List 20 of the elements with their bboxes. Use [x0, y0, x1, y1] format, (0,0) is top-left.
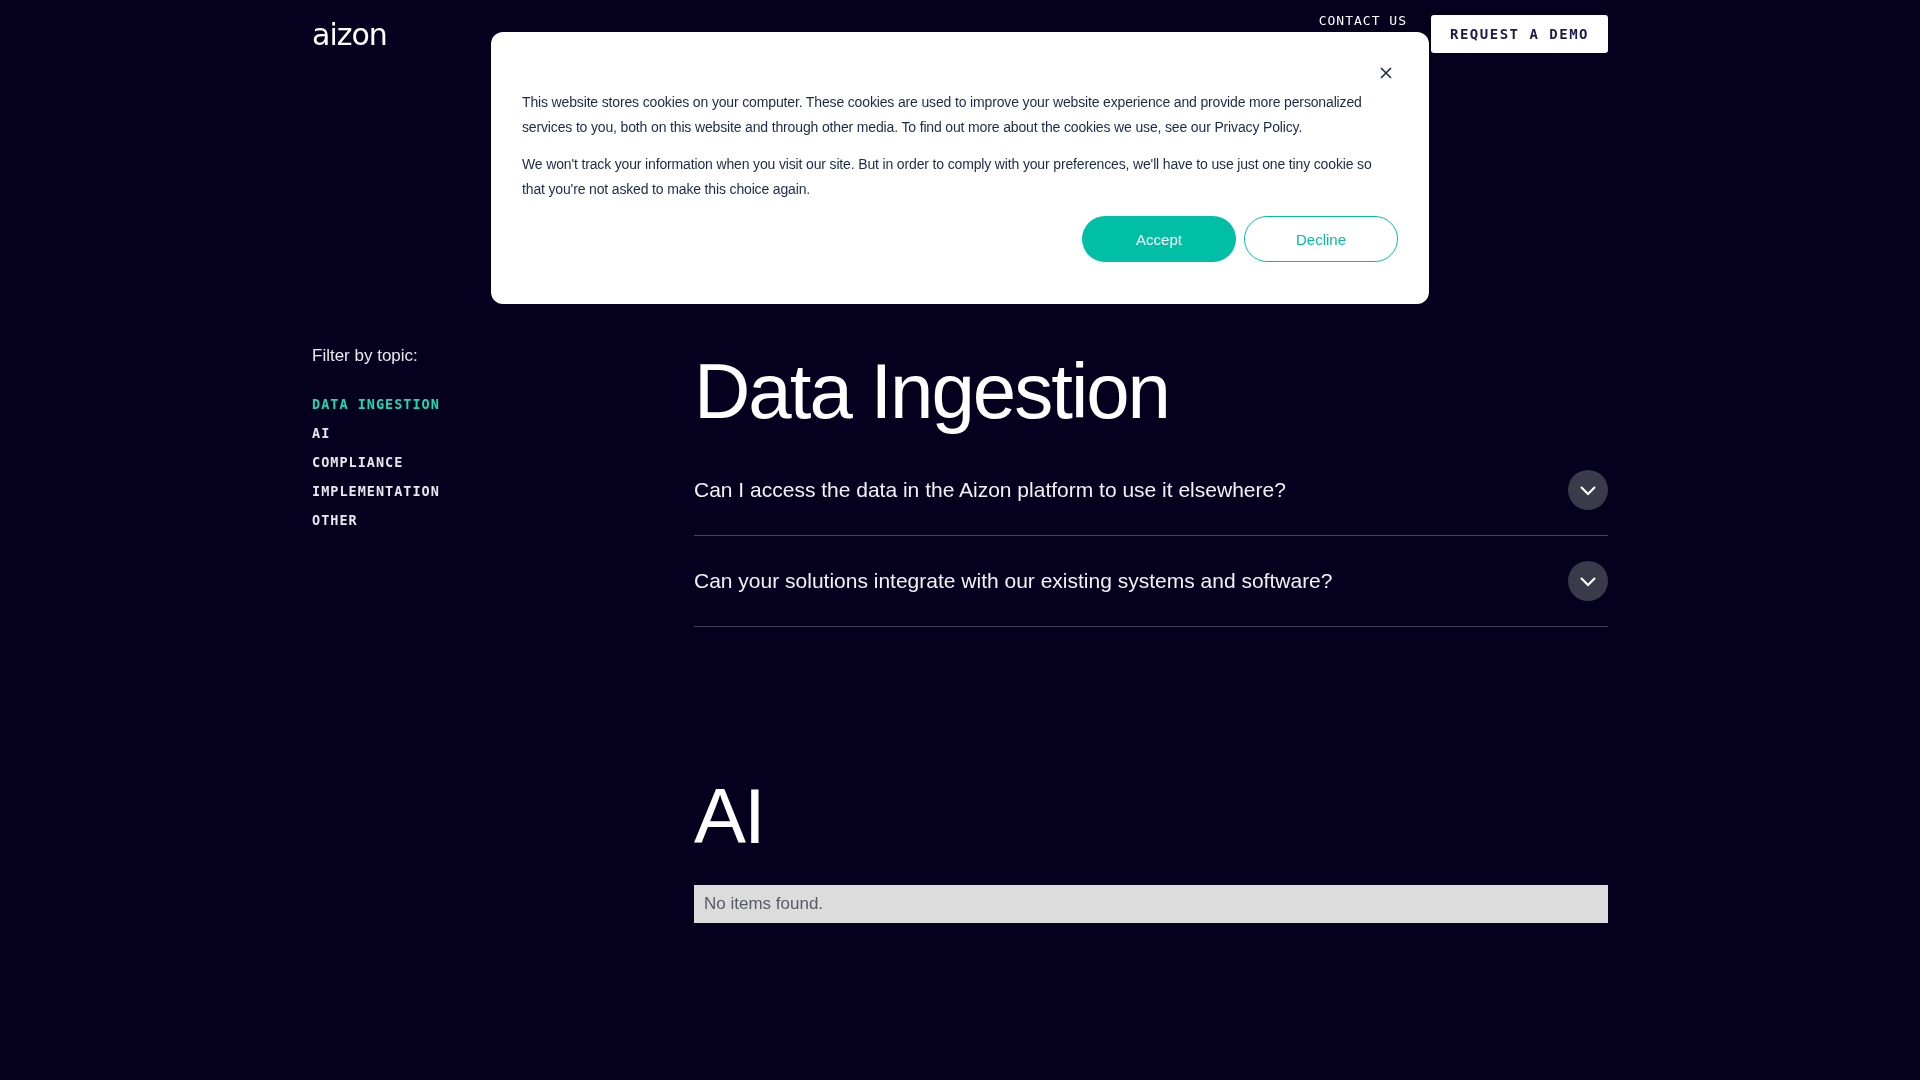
topic-link[interactable]: COMPLIANCE: [312, 454, 404, 470]
question-text: Can your solutions integrate with our existing systems and software?: [694, 569, 1333, 593]
filter-label: Filter by topic:: [312, 346, 419, 366]
faq-item[interactable]: Can I access the data in the Aizon platform to use it elsewhere?: [694, 470, 1608, 536]
section-heading: AI: [694, 777, 765, 855]
contact-link[interactable]: CONTACT US: [1318, 12, 1407, 28]
chevron-down-icon[interactable]: [1568, 561, 1608, 601]
dialog-text: This website stores cookies on your computer. These cookies are used to improve your website experience and provide more personalized services to you, both on this website and through other media. To find out more about the cookies we use, see our Privacy Policy.: [522, 93, 1363, 137]
topic-link[interactable]: OTHER: [312, 512, 358, 528]
chevron-down-icon[interactable]: [1568, 470, 1608, 510]
question-text: Can I access the data in the Aizon platform to use it elsewhere?: [694, 478, 1286, 502]
topic-link[interactable]: DATA INGESTION: [312, 396, 440, 412]
topic-link[interactable]: IMPLEMENTATION: [312, 483, 440, 499]
faq-item[interactable]: Can your solutions integrate with our existing systems and software?: [694, 561, 1608, 627]
close-icon[interactable]: [1380, 67, 1392, 79]
logo[interactable]: aizon: [312, 16, 387, 52]
dialog-text: We won't track your information when you visit our site. But in order to comply with your preferences, we'll have to use just one tiny cookie so that you're not asked to make this choice again.: [522, 155, 1373, 199]
request-demo-button[interactable]: REQUEST A DEMO: [1431, 15, 1608, 53]
topic-link[interactable]: AI: [312, 425, 331, 441]
empty-message: No items found.: [694, 885, 1608, 923]
